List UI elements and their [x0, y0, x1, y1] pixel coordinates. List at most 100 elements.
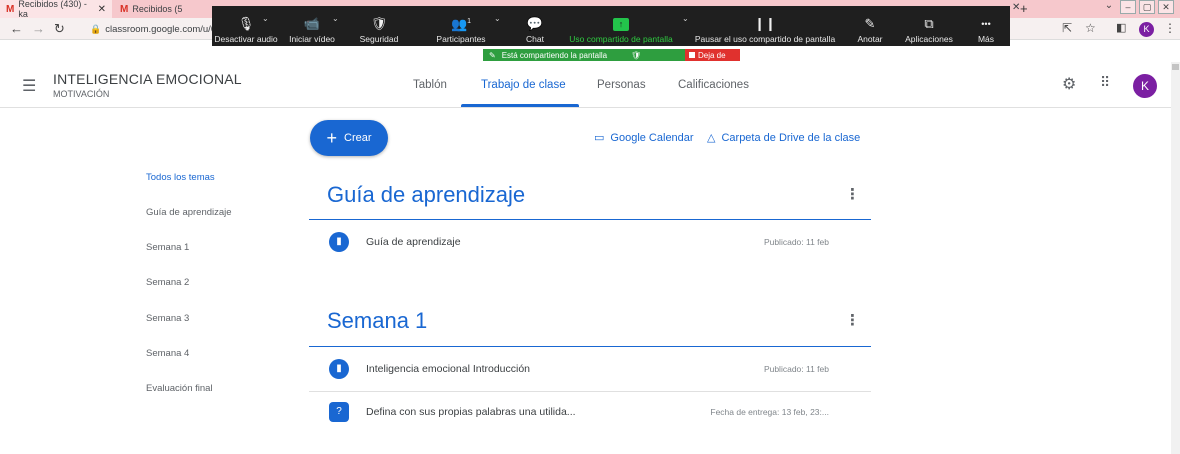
google-calendar-link[interactable]: ▭ Google Calendar	[594, 131, 694, 145]
tab-search-icon[interactable]: ⌄	[1101, 0, 1117, 14]
back-icon[interactable]: ←	[10, 21, 23, 36]
zoom-security-button[interactable]: 🛡 Seguridad	[354, 10, 404, 45]
side-panel-icon[interactable]: ◧	[1116, 21, 1126, 34]
tab-tablon[interactable]: Tablón	[413, 79, 447, 91]
browser-tab-gmail-1[interactable]: M Recibidos (430) - ka ✕	[0, 0, 112, 19]
window-controls: ⌄ – ▢ ✕	[1101, 0, 1174, 14]
item-title: Guía de aprendizaje	[366, 236, 461, 248]
close-window-icon[interactable]: ✕	[1158, 0, 1174, 14]
material-icon: ▮	[329, 232, 349, 252]
chevron-down-icon[interactable]: ⌄	[332, 14, 339, 23]
tab-calificaciones[interactable]: Calificaciones	[678, 79, 749, 91]
share-screen-icon: ↑	[613, 18, 629, 31]
item-title: Inteligencia emocional Introducción	[366, 363, 531, 375]
question-icon: ?	[329, 402, 349, 422]
pause-icon: ❙❙	[754, 16, 776, 31]
item-title: Defina con sus propias palabras una util…	[366, 406, 576, 418]
section-title[interactable]: Guía de aprendizaje	[327, 182, 525, 208]
apps-grid-icon[interactable]: ⠿	[1100, 74, 1110, 91]
zoom-chat-label: Chat	[526, 34, 544, 44]
topic-guia[interactable]: Guía de aprendizaje	[146, 207, 232, 218]
close-tab-icon[interactable]: ✕	[98, 4, 106, 15]
scrollbar[interactable]	[1171, 62, 1180, 454]
shield-icon: 🛡	[631, 50, 642, 60]
chevron-down-icon[interactable]: ⌄	[262, 14, 269, 23]
topic-semana-4[interactable]: Semana 4	[146, 348, 189, 359]
bookmark-star-icon[interactable]: ☆	[1085, 21, 1096, 35]
gmail-icon: M	[6, 3, 15, 15]
stop-icon	[689, 52, 695, 58]
row-divider	[309, 391, 871, 392]
zoom-annotate-button[interactable]: ✎ Anotar	[854, 10, 886, 45]
zoom-share-screen-button[interactable]: ↑ Uso compartido de pantalla	[566, 10, 676, 44]
material-icon: ▮	[329, 359, 349, 379]
zoom-more-button[interactable]: ••• Más	[974, 10, 998, 44]
topic-semana-1[interactable]: Semana 1	[146, 242, 189, 253]
zoom-chat-button[interactable]: 💬 Chat	[520, 10, 550, 45]
pen-icon: ✎	[489, 50, 496, 60]
minimize-icon[interactable]: –	[1120, 0, 1136, 14]
zoom-participants-label: Participantes	[436, 34, 486, 44]
share-page-icon[interactable]: ⇱	[1062, 21, 1072, 35]
drive-folder-link[interactable]: △ Carpeta de Drive de la clase	[707, 131, 861, 145]
more-vert-icon[interactable]: ⋮	[845, 185, 860, 203]
gmail-icon: M	[120, 3, 129, 15]
chevron-down-icon[interactable]: ⌄	[494, 14, 501, 23]
create-button[interactable]: + Crear	[310, 120, 388, 156]
section-divider	[309, 219, 871, 220]
scrollbar-thumb[interactable]	[1172, 64, 1179, 70]
class-title[interactable]: INTELIGENCIA EMOCIONAL	[53, 71, 242, 87]
participants-icon: 👥1	[451, 15, 471, 31]
topic-all[interactable]: Todos los temas	[146, 172, 215, 183]
tab-personas[interactable]: Personas	[597, 79, 646, 91]
stop-share-button[interactable]: Deja de	[685, 49, 740, 61]
topic-semana-3[interactable]: Semana 3	[146, 313, 189, 324]
create-label: Crear	[344, 132, 372, 144]
new-tab-icon[interactable]: +	[1020, 1, 1028, 16]
user-avatar[interactable]: K	[1133, 74, 1157, 98]
microphone-icon: 🎙	[237, 16, 255, 31]
browser-tab-gmail-2[interactable]: M Recibidos (5	[114, 0, 212, 18]
settings-gear-icon[interactable]: ⚙	[1062, 74, 1076, 94]
zoom-video-label: Iniciar vídeo	[289, 34, 335, 44]
list-item[interactable]: ▮ Inteligencia emocional Introducción Pu…	[309, 351, 871, 387]
zoom-apps-button[interactable]: ⧉ Aplicaciones	[902, 10, 956, 45]
lock-icon: 🔒	[90, 23, 102, 34]
classroom-header: ☰ INTELIGENCIA EMOCIONAL MOTIVACIÓN Tabl…	[0, 62, 1180, 108]
zoom-pause-share-button[interactable]: ❙❙ Pausar el uso compartido de pantalla	[690, 10, 840, 45]
hamburger-menu-icon[interactable]: ☰	[22, 76, 36, 96]
zoom-more-label: Más	[977, 34, 995, 44]
forward-icon[interactable]: →	[32, 21, 45, 36]
video-off-icon: 📹	[303, 16, 321, 31]
chevron-down-icon[interactable]: ⌄	[682, 14, 689, 23]
chrome-menu-icon[interactable]: ⋮	[1164, 21, 1176, 35]
item-date: Publicado: 11 feb	[763, 364, 829, 374]
maximize-icon[interactable]: ▢	[1139, 0, 1155, 14]
zoom-participants-button[interactable]: 👥1 Participantes	[430, 10, 492, 45]
more-vert-icon[interactable]: ⋮	[845, 311, 860, 329]
zoom-annotate-label: Anotar	[857, 34, 883, 44]
pencil-icon: ✎	[864, 16, 876, 31]
topic-evaluacion-final[interactable]: Evaluación final	[146, 383, 213, 394]
tab-trabajo-de-clase[interactable]: Trabajo de clase	[481, 79, 566, 91]
section-title[interactable]: Semana 1	[327, 308, 427, 334]
zoom-share-label: Uso compartido de pantalla	[569, 34, 673, 44]
active-tab-indicator	[461, 104, 579, 107]
item-date: Publicado: 11 feb	[763, 237, 829, 247]
drive-icon: △	[707, 132, 716, 144]
apps-icon: ⧉	[924, 16, 934, 31]
list-item[interactable]: ? Defina con sus propias palabras una ut…	[309, 394, 871, 430]
drive-label: Carpeta de Drive de la clase	[721, 131, 861, 144]
participant-count: 1	[467, 17, 472, 25]
topic-semana-2[interactable]: Semana 2	[146, 277, 189, 288]
shield-icon: 🛡	[370, 16, 388, 31]
sharing-banner-text: Está compartiendo la pantalla	[501, 50, 608, 60]
browser-tab-label: Recibidos (430) - ka	[18, 0, 87, 19]
list-item[interactable]: ▮ Guía de aprendizaje Publicado: 11 feb	[309, 224, 871, 260]
sharing-banner[interactable]: ✎ Está compartiendo la pantalla 🛡	[483, 49, 688, 61]
chrome-profile-avatar[interactable]: K	[1139, 22, 1154, 37]
more-icon: •••	[981, 19, 991, 29]
zoom-security-label: Seguridad	[359, 34, 399, 44]
url-field[interactable]: 🔒 classroom.google.com/u/0/w/ND YxMjIzNz…	[90, 21, 230, 37]
reload-icon[interactable]: ↻	[54, 21, 65, 37]
